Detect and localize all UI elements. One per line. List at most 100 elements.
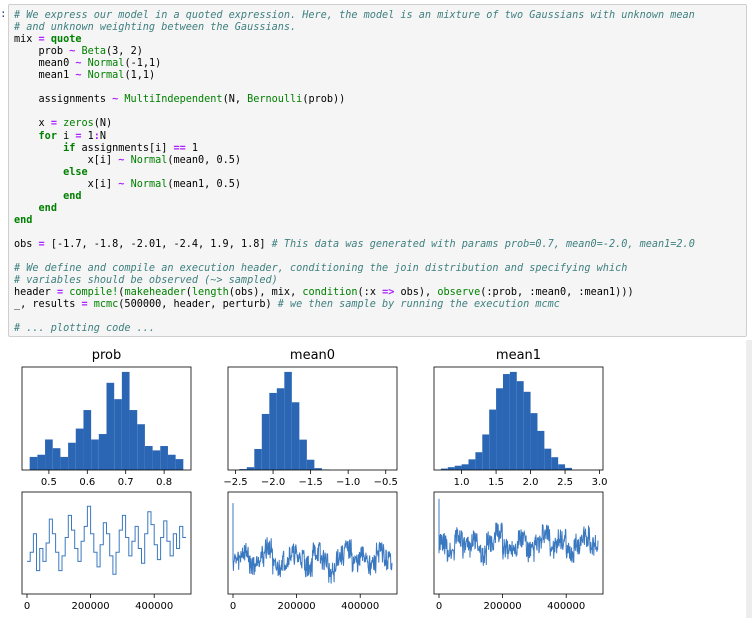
- histogram-bar: [517, 381, 524, 470]
- code-token: (N): [94, 118, 112, 129]
- code-token: length: [192, 287, 229, 298]
- code-token: if: [63, 143, 75, 154]
- histogram-bar: [160, 446, 168, 470]
- code-token: # we then sample by running the executio…: [278, 299, 560, 310]
- code-token: Normal: [88, 70, 125, 81]
- code-line: mean0 ~ Normal(-1,1): [14, 58, 161, 70]
- code-token: condition: [302, 287, 357, 298]
- trace-line: [439, 499, 598, 566]
- x-tick-label: 0.6: [79, 477, 95, 488]
- histogram-bar: [45, 439, 53, 470]
- x-tick-label: 0.7: [118, 477, 134, 488]
- code-line: prob ~ Beta(3, 2): [14, 46, 143, 58]
- trace-line: [233, 503, 392, 583]
- code-line: else: [14, 167, 88, 179]
- code-token: else: [63, 167, 88, 178]
- code-line: header = compile!(makeheader(length(obs)…: [14, 287, 634, 299]
- plot-grid: prob0.50.60.70.8mean0−2.5−2.0−1.5−1.0−0.…: [0, 340, 752, 618]
- histogram-bar: [176, 459, 184, 470]
- code-token: Normal: [131, 179, 168, 190]
- code-token: [14, 203, 39, 214]
- code-line: x[i] ~ Normal(mean1, 0.5): [14, 179, 241, 191]
- code-token: # ... plotting code ...: [14, 323, 155, 334]
- code-line: x = zeros(N): [14, 118, 112, 130]
- histogram-bar: [307, 460, 315, 470]
- chart-title: mean0: [290, 348, 335, 363]
- histogram-bar: [468, 459, 475, 470]
- histogram-bar: [284, 372, 292, 470]
- histogram-bar: [489, 410, 496, 470]
- x-tick-label: −1.0: [336, 477, 360, 488]
- code-token: mean1: [14, 70, 75, 81]
- x-tick-label: −0.5: [374, 477, 398, 488]
- code-line: # ... plotting code ...: [14, 323, 155, 335]
- code-token: mix: [14, 34, 39, 45]
- output-scrollbar[interactable]: [746, 340, 752, 618]
- x-tick-label: 3.0: [592, 477, 608, 488]
- code-token: (mean1, 0.5): [167, 179, 241, 190]
- histogram-bar: [510, 372, 517, 470]
- histogram-bar: [76, 429, 84, 470]
- code-line: mix = quote: [14, 34, 82, 46]
- x-tick-label: 1.0: [454, 477, 470, 488]
- histogram-bar: [168, 455, 176, 470]
- chart-title: prob: [92, 348, 122, 363]
- code-cell-input[interactable]: # We express our model in a quoted expre…: [8, 4, 747, 337]
- x-tick-label: 200000: [72, 601, 110, 612]
- histogram-bar: [53, 448, 61, 470]
- histogram-bar: [482, 434, 489, 470]
- code-token: [-1.7, -1.8, -2.01, -2.4, 1.9, 1.8]: [45, 239, 272, 250]
- code-token: (-1,1): [124, 58, 161, 69]
- histogram-bar: [83, 410, 91, 470]
- code-token: (500000, header, perturb): [118, 299, 277, 310]
- code-token: (mean0, 0.5): [167, 155, 241, 166]
- code-token: Normal: [88, 58, 125, 69]
- histogram-bar: [247, 467, 255, 470]
- code-line: end: [14, 191, 81, 203]
- histogram-bar: [37, 455, 45, 470]
- code-token: mean0: [14, 58, 75, 69]
- histogram-bar: [99, 434, 107, 470]
- code-line: end: [14, 215, 32, 227]
- x-tick-label: 0.5: [41, 477, 57, 488]
- code-token: _, results: [14, 299, 81, 310]
- code-token: ==: [174, 143, 186, 154]
- code-line: assignments ~ MultiIndependent(N, Bernou…: [14, 94, 345, 106]
- code-line: _, results = mcmc(500000, header, pertur…: [14, 299, 560, 311]
- histogram-bar: [524, 392, 531, 470]
- x-tick-label: 400000: [341, 601, 379, 612]
- code-token: =>: [382, 287, 394, 298]
- code-token: Bernoulli: [247, 94, 302, 105]
- code-token: i: [57, 131, 75, 142]
- code-token: obs),: [394, 287, 437, 298]
- histogram-bar: [114, 399, 122, 470]
- code-token: # This data was generated with params pr…: [272, 239, 695, 250]
- code-token: Beta: [81, 46, 106, 57]
- x-tick-label: 1.5: [488, 477, 504, 488]
- code-line: for i = 1:N: [14, 131, 106, 143]
- code-token: 1: [82, 131, 94, 142]
- code-token: (1,1): [124, 70, 155, 81]
- x-tick-label: −1.5: [298, 477, 322, 488]
- axes-frame: [228, 492, 397, 594]
- chart-title: mean1: [496, 348, 541, 363]
- histogram-bar: [137, 424, 145, 470]
- code-line: # variables should be observed (~> sampl…: [14, 275, 278, 287]
- code-token: (obs), mix,: [229, 287, 303, 298]
- code-token: end: [63, 191, 81, 202]
- code-token: # variables should be observed (~> sampl…: [14, 275, 278, 286]
- x-tick-label: 0: [24, 601, 30, 612]
- code-token: N: [100, 131, 106, 142]
- code-token: for: [39, 131, 57, 142]
- x-tick-label: 2.0: [523, 477, 539, 488]
- code-line: # We define and compile an execution hea…: [14, 263, 627, 275]
- x-tick-label: 200000: [484, 601, 522, 612]
- code-token: # and unknown weighting between the Gaus…: [14, 22, 296, 33]
- x-tick-label: 0.8: [156, 477, 172, 488]
- cell-output-plots: prob0.50.60.70.8mean0−2.5−2.0−1.5−1.0−0.…: [0, 340, 752, 618]
- histogram-bar: [145, 446, 153, 470]
- code-token: [14, 143, 63, 154]
- code-line: # We express our model in a quoted expre…: [14, 10, 695, 22]
- histogram-bar: [299, 440, 307, 470]
- histogram-bar: [496, 388, 503, 470]
